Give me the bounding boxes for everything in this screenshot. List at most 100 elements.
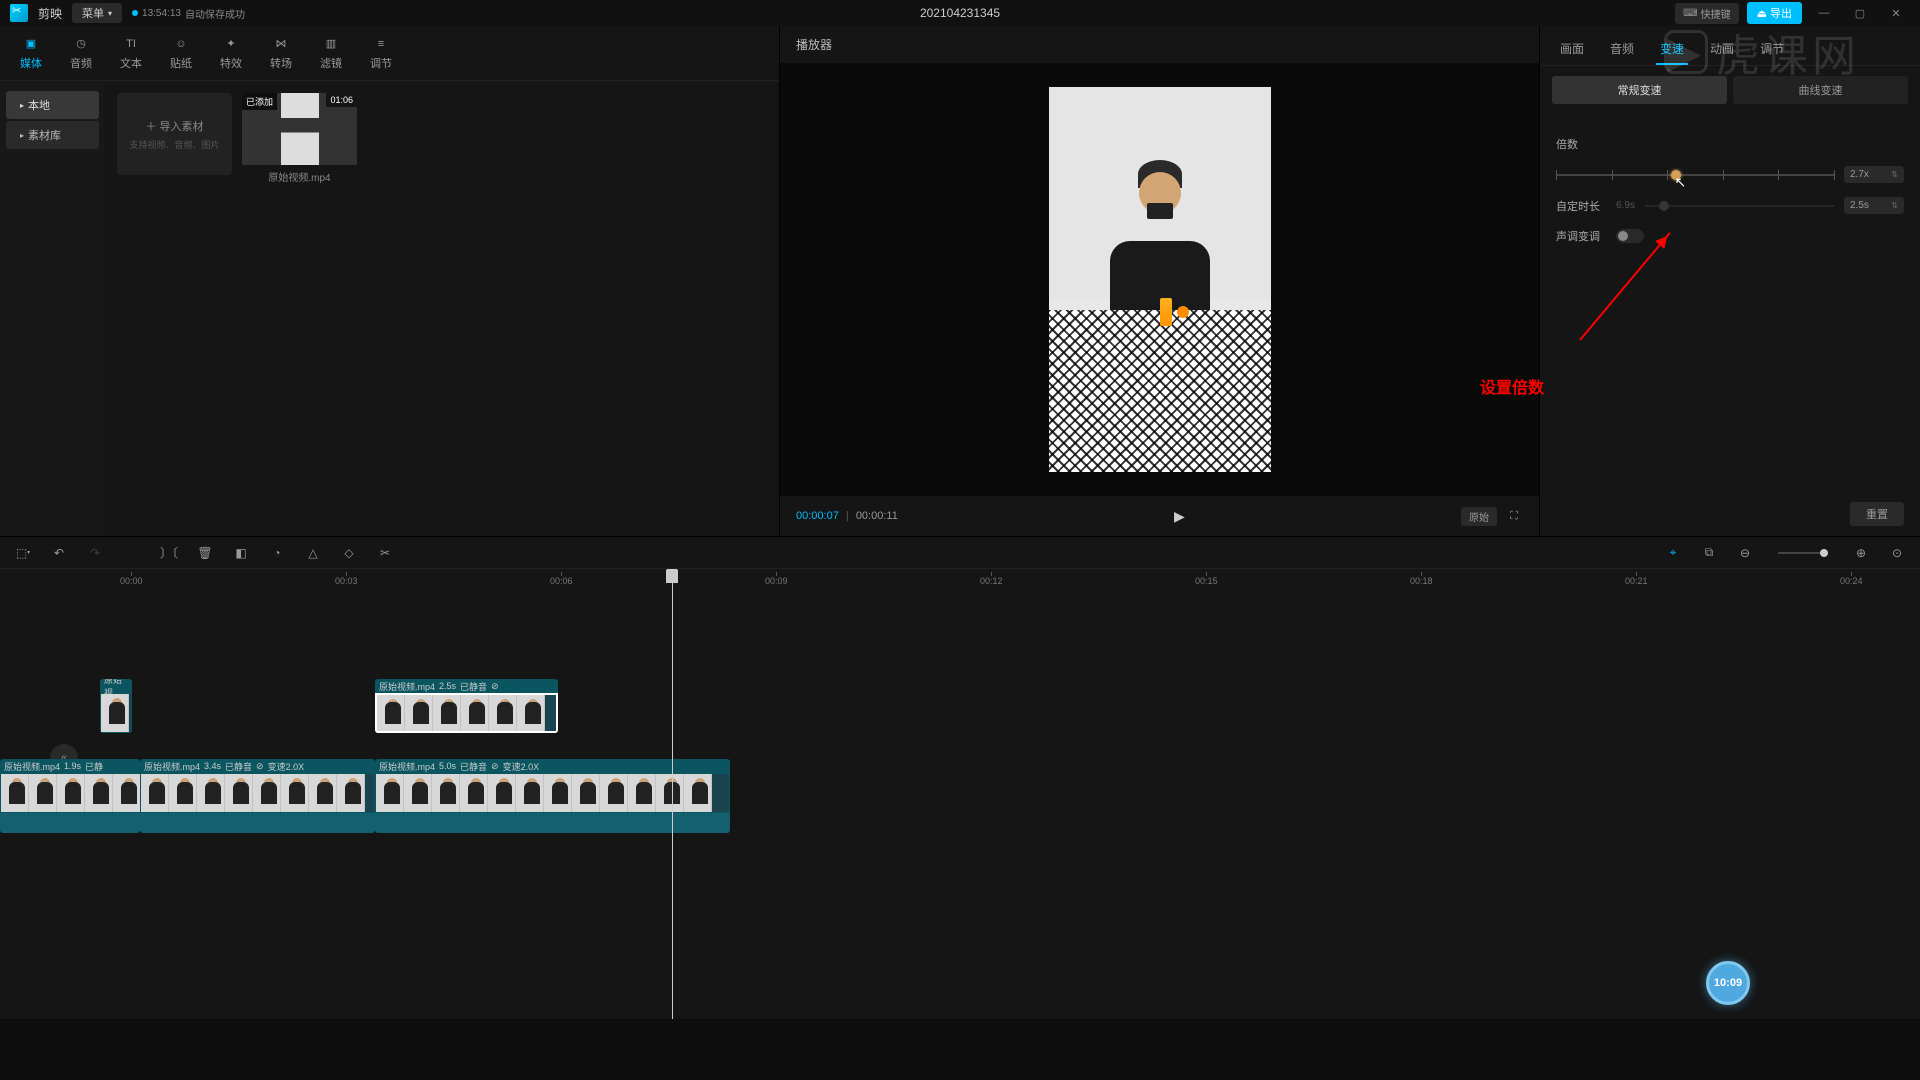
player-viewport[interactable] — [780, 63, 1539, 496]
tab-adjust[interactable]: ≡调节 — [370, 36, 392, 71]
ratio-button[interactable]: 原始 — [1461, 507, 1497, 526]
duration-value-input[interactable]: 2.5s — [1844, 197, 1904, 214]
timeline-clip-upper-small[interactable]: 原始视 — [100, 679, 132, 733]
text-icon: TI — [121, 36, 141, 52]
tab-media[interactable]: ▣媒体 — [20, 36, 42, 71]
filter-icon: ▥ — [321, 36, 341, 52]
timeline-toolbar: ⬚▾ ↶ ↷ 〕〔 🗑 ◧ ◔ △ ◇ ✂ ⌖ ⧉ ⊖ ⊕ ⊙ — [0, 537, 1920, 569]
player-panel: 播放器 00:00:07 | 00:00:11 ▶ — [780, 26, 1540, 536]
subtab-curve-speed[interactable]: 曲线变速 — [1733, 76, 1908, 104]
sidebar-local[interactable]: 本地 — [6, 91, 99, 119]
speed-slider[interactable]: ↖ — [1556, 174, 1834, 176]
transition-icon: ⋈ — [271, 36, 291, 52]
autosave-text: 自动保存成功 — [185, 6, 245, 21]
duration-badge: 01:06 — [326, 93, 357, 107]
rotate-tool-icon[interactable]: ◇ — [340, 544, 358, 562]
tab-sticker[interactable]: ☺贴纸 — [170, 36, 192, 71]
hotkey-button[interactable]: ⌨ 快捷键 — [1675, 3, 1738, 24]
insp-tab-audio[interactable]: 音频 — [1606, 34, 1638, 65]
crop2-tool-icon[interactable]: ✂ — [376, 544, 394, 562]
media-panel: ▣媒体 ◷音频 TI文本 ☺贴纸 ✦特效 ⋈转场 ▥滤镜 ≡调节 本地 素材库 … — [0, 26, 780, 536]
timeline-clip-lower-1[interactable]: 原始视频.mp4 1.9s 已静 — [0, 759, 140, 833]
duration-label: 自定时长 — [1556, 198, 1606, 214]
annotation-text: 设置倍数 — [1480, 374, 1544, 398]
insp-tab-adjust[interactable]: 调节 — [1756, 34, 1788, 65]
import-subtitle: 支持视频、音频、图片 — [129, 138, 219, 151]
speed-value-input[interactable]: 2.7x — [1844, 166, 1904, 183]
total-time: 00:00:11 — [856, 510, 898, 522]
clip-name: 原始视频.mp4 — [242, 169, 357, 184]
title-bar: 剪映 菜单 13:54:13 自动保存成功 202104231345 ⌨ 快捷键… — [0, 0, 1920, 26]
zoom-fit-icon[interactable]: ⊙ — [1888, 544, 1906, 562]
reset-button[interactable]: 重置 — [1850, 502, 1904, 526]
zoom-out-icon[interactable]: ⊖ — [1736, 544, 1754, 562]
pitch-toggle[interactable] — [1616, 229, 1644, 243]
subtab-normal-speed[interactable]: 常规变速 — [1552, 76, 1727, 104]
video-frame — [1049, 87, 1271, 472]
app-name: 剪映 — [38, 5, 62, 22]
magnet-tool-icon[interactable]: ⌖ — [1664, 544, 1682, 562]
mute-icon: ⊘ — [256, 761, 264, 772]
cursor-icon: ↖ — [1675, 174, 1687, 191]
playhead[interactable] — [672, 569, 673, 1019]
current-time: 00:00:07 — [796, 510, 839, 522]
inspector-tabs: 画面 音频 变速 动画 调节 — [1540, 26, 1920, 66]
select-tool-icon[interactable]: ⬚▾ — [14, 544, 32, 562]
timeline-tracks[interactable]: « 原始视 原始视频.mp4 2.5s 已静音 ⊘ 原始视频.mp4 1.9s — [0, 589, 1920, 1019]
media-sidebar: 本地 素材库 — [0, 81, 105, 536]
timeline-ruler[interactable]: 00:00 00:03 00:06 00:09 00:12 00:15 00:1… — [0, 569, 1920, 589]
minimize-button[interactable]: — — [1810, 4, 1838, 22]
tab-audio[interactable]: ◷音频 — [70, 36, 92, 71]
speed-tool-icon[interactable]: ◔ — [268, 544, 286, 562]
added-badge: 已添加 — [242, 93, 277, 110]
tab-filter[interactable]: ▥滤镜 — [320, 36, 342, 71]
import-button[interactable]: ＋ 导入素材 支持视频、音频、图片 — [117, 93, 232, 175]
annotation-arrow — [1579, 232, 1671, 341]
menu-dropdown[interactable]: 菜单 — [72, 3, 122, 23]
mute-icon: ⊘ — [491, 681, 499, 692]
autosave-time: 13:54:13 — [142, 8, 181, 19]
status-dot-icon — [132, 10, 138, 16]
pitch-label: 声调变调 — [1556, 228, 1606, 244]
zoom-slider[interactable] — [1778, 552, 1828, 554]
insp-tab-speed[interactable]: 变速 — [1656, 34, 1688, 65]
title-bar-right: ⌨ 快捷键 ⏏ 导出 — ▢ ✕ — [1675, 2, 1910, 24]
app-logo-icon — [10, 4, 28, 22]
duration-slider[interactable] — [1645, 205, 1834, 207]
timestamp-badge: 10:09 — [1706, 961, 1750, 1005]
timeline-clip-upper-selected[interactable]: 原始视频.mp4 2.5s 已静音 ⊘ — [375, 679, 558, 733]
timeline-clip-lower-2[interactable]: 原始视频.mp4 3.4s 已静音 ⊘ 变速2.0X — [140, 759, 375, 833]
adjust-icon: ≡ — [371, 36, 391, 52]
sticker-icon: ☺ — [171, 36, 191, 52]
insp-tab-animation[interactable]: 动画 — [1706, 34, 1738, 65]
export-button[interactable]: ⏏ 导出 — [1747, 2, 1802, 24]
tab-text[interactable]: TI文本 — [120, 36, 142, 71]
media-clip[interactable]: 已添加 01:06 原始视频.mp4 — [242, 93, 357, 184]
timeline-panel: ⬚▾ ↶ ↷ 〕〔 🗑 ◧ ◔ △ ◇ ✂ ⌖ ⧉ ⊖ ⊕ ⊙ 00:00 00… — [0, 536, 1920, 1019]
tab-effects[interactable]: ✦特效 — [220, 36, 242, 71]
zoom-in-icon[interactable]: ⊕ — [1852, 544, 1870, 562]
split-tool-icon[interactable]: 〕〔 — [160, 544, 178, 562]
autosave-status: 13:54:13 自动保存成功 — [132, 6, 245, 21]
speed-label: 倍数 — [1556, 136, 1606, 152]
play-button[interactable]: ▶ — [1165, 508, 1193, 525]
audio-icon: ◷ — [71, 36, 91, 52]
timeline-clip-lower-3[interactable]: 原始视频.mp4 5.0s 已静音 ⊘ 变速2.0X — [375, 759, 730, 833]
tab-transition[interactable]: ⋈转场 — [270, 36, 292, 71]
crop-tool-icon[interactable]: ◧ — [232, 544, 250, 562]
delete-tool-icon[interactable]: 🗑 — [196, 544, 214, 562]
fullscreen-button[interactable]: ⛶ — [1505, 507, 1523, 525]
inspector-panel: 画面 音频 变速 动画 调节 常规变速 曲线变速 倍数 — [1540, 26, 1920, 536]
media-content: ＋ 导入素材 支持视频、音频、图片 已添加 01:06 原始视频.mp4 — [105, 81, 779, 536]
link-tool-icon[interactable]: ⧉ — [1700, 544, 1718, 562]
mirror-tool-icon[interactable]: △ — [304, 544, 322, 562]
player-title: 播放器 — [780, 26, 1539, 63]
undo-button-icon[interactable]: ↶ — [50, 544, 68, 562]
insp-tab-picture[interactable]: 画面 — [1556, 34, 1588, 65]
sidebar-library[interactable]: 素材库 — [6, 121, 99, 149]
title-bar-left: 剪映 菜单 13:54:13 自动保存成功 — [10, 3, 245, 23]
close-button[interactable]: ✕ — [1882, 4, 1910, 22]
maximize-button[interactable]: ▢ — [1846, 4, 1874, 22]
mute-icon: ⊘ — [491, 761, 499, 772]
inspector-body: 倍数 ↖ 2.7x 自定时长 6.9s — [1540, 114, 1920, 492]
